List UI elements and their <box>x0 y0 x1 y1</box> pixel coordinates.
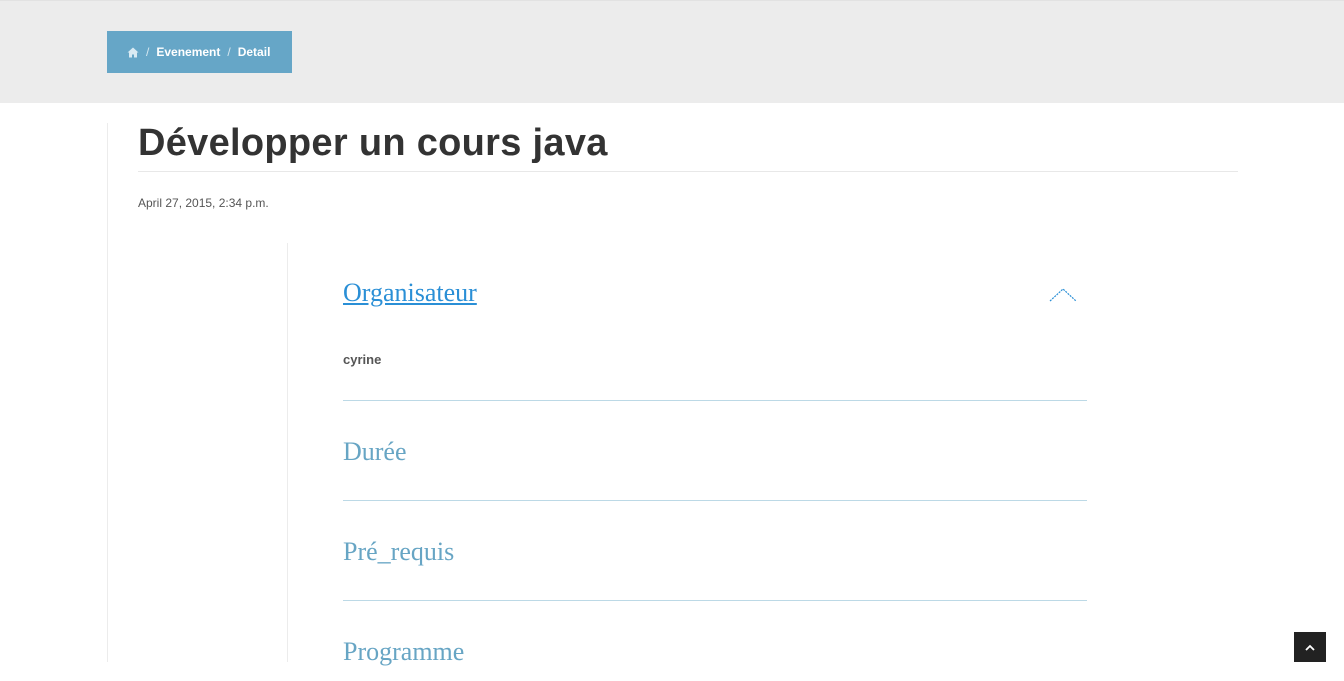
accordion-header-programme[interactable]: Programme <box>343 637 464 667</box>
organisateur-value: cyrine <box>343 352 382 367</box>
breadcrumb-detail: Detail <box>237 45 271 59</box>
accordion-item-organisateur: Organisateur cyrine <box>343 250 1087 401</box>
accordion-item-programme: Programme <box>343 601 1087 681</box>
chevron-up-icon[interactable] <box>1049 288 1077 302</box>
breadcrumb-separator: / <box>146 45 150 59</box>
breadcrumb-separator: / <box>227 45 231 59</box>
event-date: April 27, 2015, 2:34 p.m. <box>138 196 269 210</box>
breadcrumb: / Evenement / Detail <box>107 31 292 73</box>
accordion-left-rule <box>287 243 288 662</box>
accordion-header-prerequis[interactable]: Pré_requis <box>343 537 454 567</box>
chevron-up-icon <box>1305 638 1315 656</box>
accordion-header-duree[interactable]: Durée <box>343 437 407 467</box>
scroll-to-top-button[interactable] <box>1294 632 1326 662</box>
content-left-rule <box>107 123 108 662</box>
breadcrumb-evenement[interactable]: Evenement <box>156 45 220 59</box>
accordion-item-duree: Durée <box>343 401 1087 501</box>
page-title: Développer un cours java <box>138 122 608 164</box>
accordion-item-prerequis: Pré_requis <box>343 501 1087 601</box>
accordion: Organisateur cyrine Durée Pré_requis Pro… <box>343 250 1087 681</box>
accordion-header-organisateur[interactable]: Organisateur <box>343 278 477 308</box>
title-divider <box>138 171 1238 172</box>
home-icon[interactable] <box>127 47 139 58</box>
